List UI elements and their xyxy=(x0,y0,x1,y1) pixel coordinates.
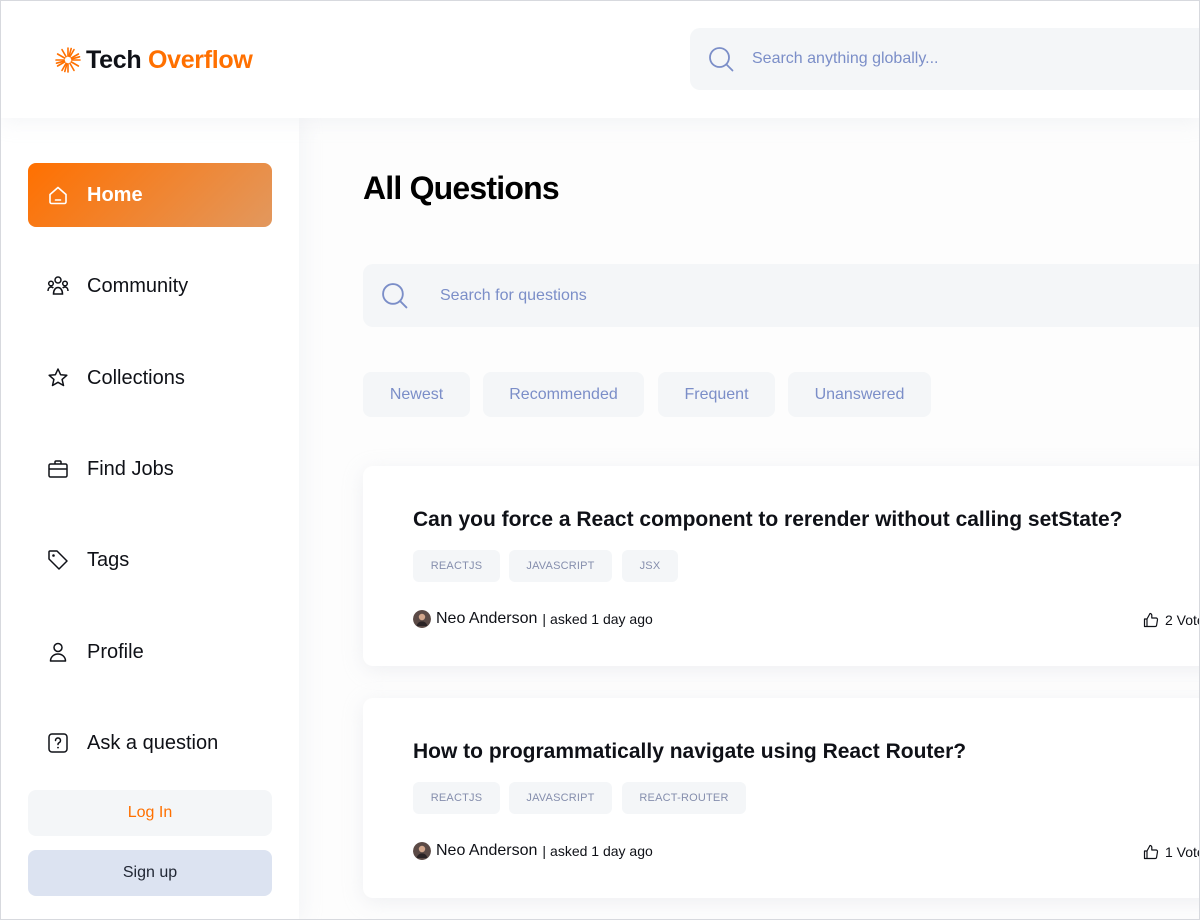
question-title[interactable]: How to programmatically navigate using R… xyxy=(413,740,966,764)
user-icon xyxy=(49,642,67,662)
tag-badge[interactable]: REACTJS xyxy=(413,550,500,582)
asked-time: asked 1 day ago xyxy=(550,611,653,627)
question-meta: Neo Anderson | asked 1 day ago xyxy=(413,841,653,861)
question-meta: Neo Anderson | asked 1 day ago xyxy=(413,609,653,629)
question-card: Can you force a React component to reren… xyxy=(363,466,1199,666)
tag-badge[interactable]: REACT-ROUTER xyxy=(622,782,746,814)
community-icon xyxy=(47,276,69,295)
login-button[interactable]: Log In xyxy=(28,790,272,836)
question-search-input[interactable] xyxy=(440,281,940,311)
sidebar-item-find-jobs[interactable]: Find Jobs xyxy=(28,437,272,501)
author-name[interactable]: Neo Anderson xyxy=(436,842,537,860)
thumbs-up-icon xyxy=(1143,844,1159,860)
briefcase-icon xyxy=(48,460,68,478)
sidebar-item-label: Collections xyxy=(87,367,185,389)
page-title: All Questions xyxy=(363,170,560,206)
sidebar-item-ask-question[interactable]: Ask a question xyxy=(28,711,272,775)
filter-recommended[interactable]: Recommended xyxy=(483,372,644,417)
sidebar-item-tags[interactable]: Tags xyxy=(28,528,272,592)
tag-icon xyxy=(48,550,68,570)
asked-time: asked 1 day ago xyxy=(550,843,653,859)
question-icon xyxy=(48,733,68,753)
brand-name-part2: Overflow xyxy=(147,45,253,74)
question-search-bar xyxy=(363,264,1199,327)
sidebar-item-label: Ask a question xyxy=(87,732,219,754)
signup-button[interactable]: Sign up xyxy=(28,850,272,896)
global-search-input[interactable] xyxy=(752,44,1172,74)
home-icon xyxy=(49,186,67,205)
vote-count: 1 Votes xyxy=(1143,842,1199,862)
question-card: How to programmatically navigate using R… xyxy=(363,698,1199,898)
brand-name-part1: Tech xyxy=(86,45,142,74)
question-title[interactable]: Can you force a React component to reren… xyxy=(413,508,1122,532)
sidebar-item-profile[interactable]: Profile xyxy=(28,620,272,684)
vote-count-text: 1 Votes xyxy=(1165,844,1199,860)
filter-newest[interactable]: Newest xyxy=(363,372,470,417)
sidebar-item-label: Home xyxy=(87,184,143,206)
sidebar-item-home[interactable]: Home xyxy=(28,163,272,227)
author-name[interactable]: Neo Anderson xyxy=(436,610,537,628)
logo-sunburst-icon xyxy=(55,47,81,73)
sidebar-item-label: Tags xyxy=(87,549,130,571)
avatar[interactable] xyxy=(413,610,431,628)
star-icon xyxy=(48,368,68,387)
tag-badge[interactable]: JAVASCRIPT xyxy=(509,782,612,814)
brand-name: Tech Overflow xyxy=(86,46,253,75)
search-icon xyxy=(709,47,734,72)
global-search-bar xyxy=(690,28,1199,90)
sidebar-item-collections[interactable]: Collections xyxy=(28,346,272,410)
tag-badge[interactable]: JSX xyxy=(622,550,678,582)
app-window: Tech Overflow Home xyxy=(0,0,1200,920)
tag-badge[interactable]: REACTJS xyxy=(413,782,500,814)
meta-separator: | xyxy=(542,843,547,859)
sidebar-item-label: Profile xyxy=(87,641,144,663)
sidebar-item-community[interactable]: Community xyxy=(28,254,272,318)
thumbs-up-icon xyxy=(1143,612,1159,628)
filter-unanswered[interactable]: Unanswered xyxy=(788,372,931,417)
logo[interactable]: Tech Overflow xyxy=(54,43,253,77)
tag-badge[interactable]: JAVASCRIPT xyxy=(509,550,612,582)
sidebar-item-label: Find Jobs xyxy=(87,458,174,480)
main-content: All Questions Newest Recommended Frequen… xyxy=(299,118,1199,919)
filter-frequent[interactable]: Frequent xyxy=(658,372,775,417)
avatar[interactable] xyxy=(413,842,431,860)
search-icon xyxy=(382,283,408,309)
meta-separator: | xyxy=(542,611,547,627)
top-navbar: Tech Overflow xyxy=(1,1,1199,118)
vote-count-text: 2 Votes xyxy=(1165,612,1199,628)
vote-count: 2 Votes xyxy=(1143,610,1199,630)
sidebar-item-label: Community xyxy=(87,275,189,297)
left-sidebar: Home Community Collections Find Jobs Tag… xyxy=(1,118,299,919)
